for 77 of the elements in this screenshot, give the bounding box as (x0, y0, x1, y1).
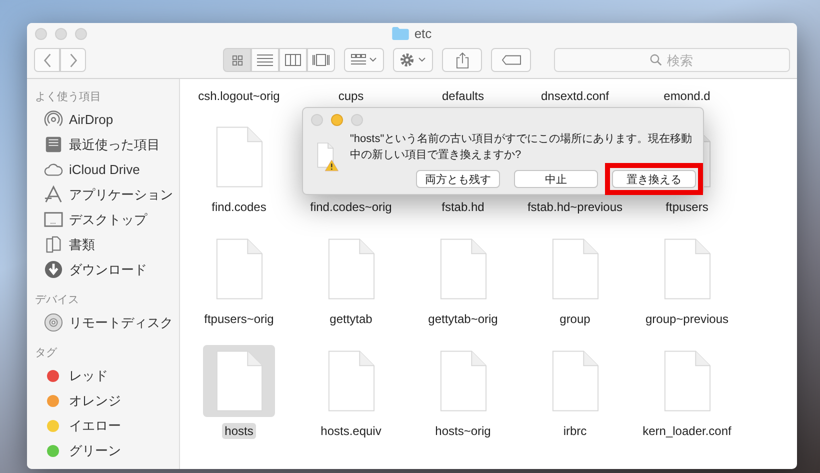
columns-view-button[interactable] (279, 48, 307, 72)
tag-button[interactable] (491, 48, 531, 72)
arrange-icon (351, 54, 377, 66)
file-name[interactable]: ftpusers~orig (201, 311, 277, 327)
file-name[interactable]: csh.logout~orig (195, 88, 283, 104)
tag-icon (502, 55, 520, 65)
zoom-button[interactable] (75, 28, 87, 40)
dialog-button[interactable]: 両方とも残す (416, 170, 500, 188)
selected-file-icon[interactable] (203, 345, 275, 417)
file-name[interactable]: defaults (438, 88, 488, 104)
search-icon (650, 54, 662, 66)
file-name[interactable]: irbrc (560, 423, 590, 439)
file-name[interactable]: group~previous (642, 311, 732, 327)
file-name[interactable]: fstab.hd~previous (524, 199, 626, 215)
file-name[interactable]: ftpusers (662, 199, 712, 215)
sidebar-item[interactable]: デスクトップ (27, 207, 179, 232)
folder-icon (392, 27, 410, 40)
sidebar-item[interactable]: 最近使った項目 (27, 132, 179, 157)
file-name[interactable]: kern_loader.conf (640, 423, 734, 439)
dialog-button[interactable]: 中止 (514, 170, 598, 188)
sidebar-heading: よく使う項目 (34, 90, 102, 105)
file-name[interactable]: cups (335, 88, 367, 104)
close-button[interactable] (35, 28, 47, 40)
forward-button[interactable] (60, 48, 86, 72)
share-icon (456, 52, 468, 68)
minimize-button[interactable] (331, 114, 343, 126)
file-name[interactable]: hosts (222, 423, 256, 439)
sidebar-item[interactable]: ダウンロード (27, 257, 179, 282)
grid-icon (232, 54, 242, 66)
columns-icon (285, 54, 301, 66)
file-name[interactable]: find.codes (208, 199, 270, 215)
list-icon (257, 54, 273, 66)
sidebar-item[interactable]: AirDrop (27, 107, 179, 132)
file-name[interactable]: hosts.equiv (318, 423, 384, 439)
window-title: etc (414, 26, 432, 41)
documents-icon (44, 235, 63, 254)
sidebar-item[interactable]: レッド (27, 363, 179, 388)
file-name[interactable]: hosts~orig (432, 423, 494, 439)
zoom-button[interactable] (351, 114, 363, 126)
sidebar-item[interactable]: グリーン (27, 438, 179, 463)
apps-icon (44, 185, 63, 204)
sidebar-item[interactable]: iCloud Drive (27, 157, 179, 182)
download-icon (44, 260, 63, 279)
back-button[interactable] (34, 48, 60, 72)
sidebar-item[interactable]: アプリケーション (27, 182, 179, 207)
desktop-icon (44, 210, 63, 229)
close-button[interactable] (311, 114, 323, 126)
gallery-icon (312, 54, 330, 66)
file-name[interactable]: emond.d (660, 88, 714, 104)
file-name[interactable]: dnsextd.conf (538, 88, 612, 104)
gallery-view-button[interactable] (307, 48, 335, 72)
file-name[interactable]: fstab.hd (438, 199, 488, 215)
arrange-button[interactable] (344, 48, 384, 72)
sidebar-item[interactable]: 書類 (27, 232, 179, 257)
sidebar-heading: タグ (34, 346, 58, 361)
settings-icon (399, 52, 427, 68)
file-name[interactable]: gettytab (326, 311, 376, 327)
dialog-message: "hosts"という名前の古い項目がすでにこの場所にあります。現在移動中の新しい項目で置き換えますか? (350, 132, 694, 163)
airdrop-icon (44, 110, 63, 129)
sidebar-heading: デバイス (34, 293, 80, 308)
settings-button[interactable] (393, 48, 433, 72)
file-name[interactable]: group (556, 311, 594, 327)
sidebar-item[interactable]: リモートディスク (27, 310, 179, 335)
list-view-button[interactable] (251, 48, 279, 72)
search-field[interactable]: 検索 (554, 48, 790, 72)
disc-icon (44, 313, 63, 332)
sidebar-item[interactable]: イエロー (27, 413, 179, 438)
chevron-left-icon (42, 52, 52, 68)
file-name[interactable]: find.codes~orig (307, 199, 395, 215)
file-name[interactable]: gettytab~orig (425, 311, 501, 327)
minimize-button[interactable] (55, 28, 67, 40)
dialog-button[interactable]: 置き換える (612, 170, 696, 188)
sidebar-item[interactable]: オレンジ (27, 388, 179, 413)
icons-view-button[interactable] (223, 48, 251, 72)
chevron-right-icon (68, 52, 78, 68)
share-button[interactable] (442, 48, 482, 72)
tray-icon (44, 135, 63, 154)
